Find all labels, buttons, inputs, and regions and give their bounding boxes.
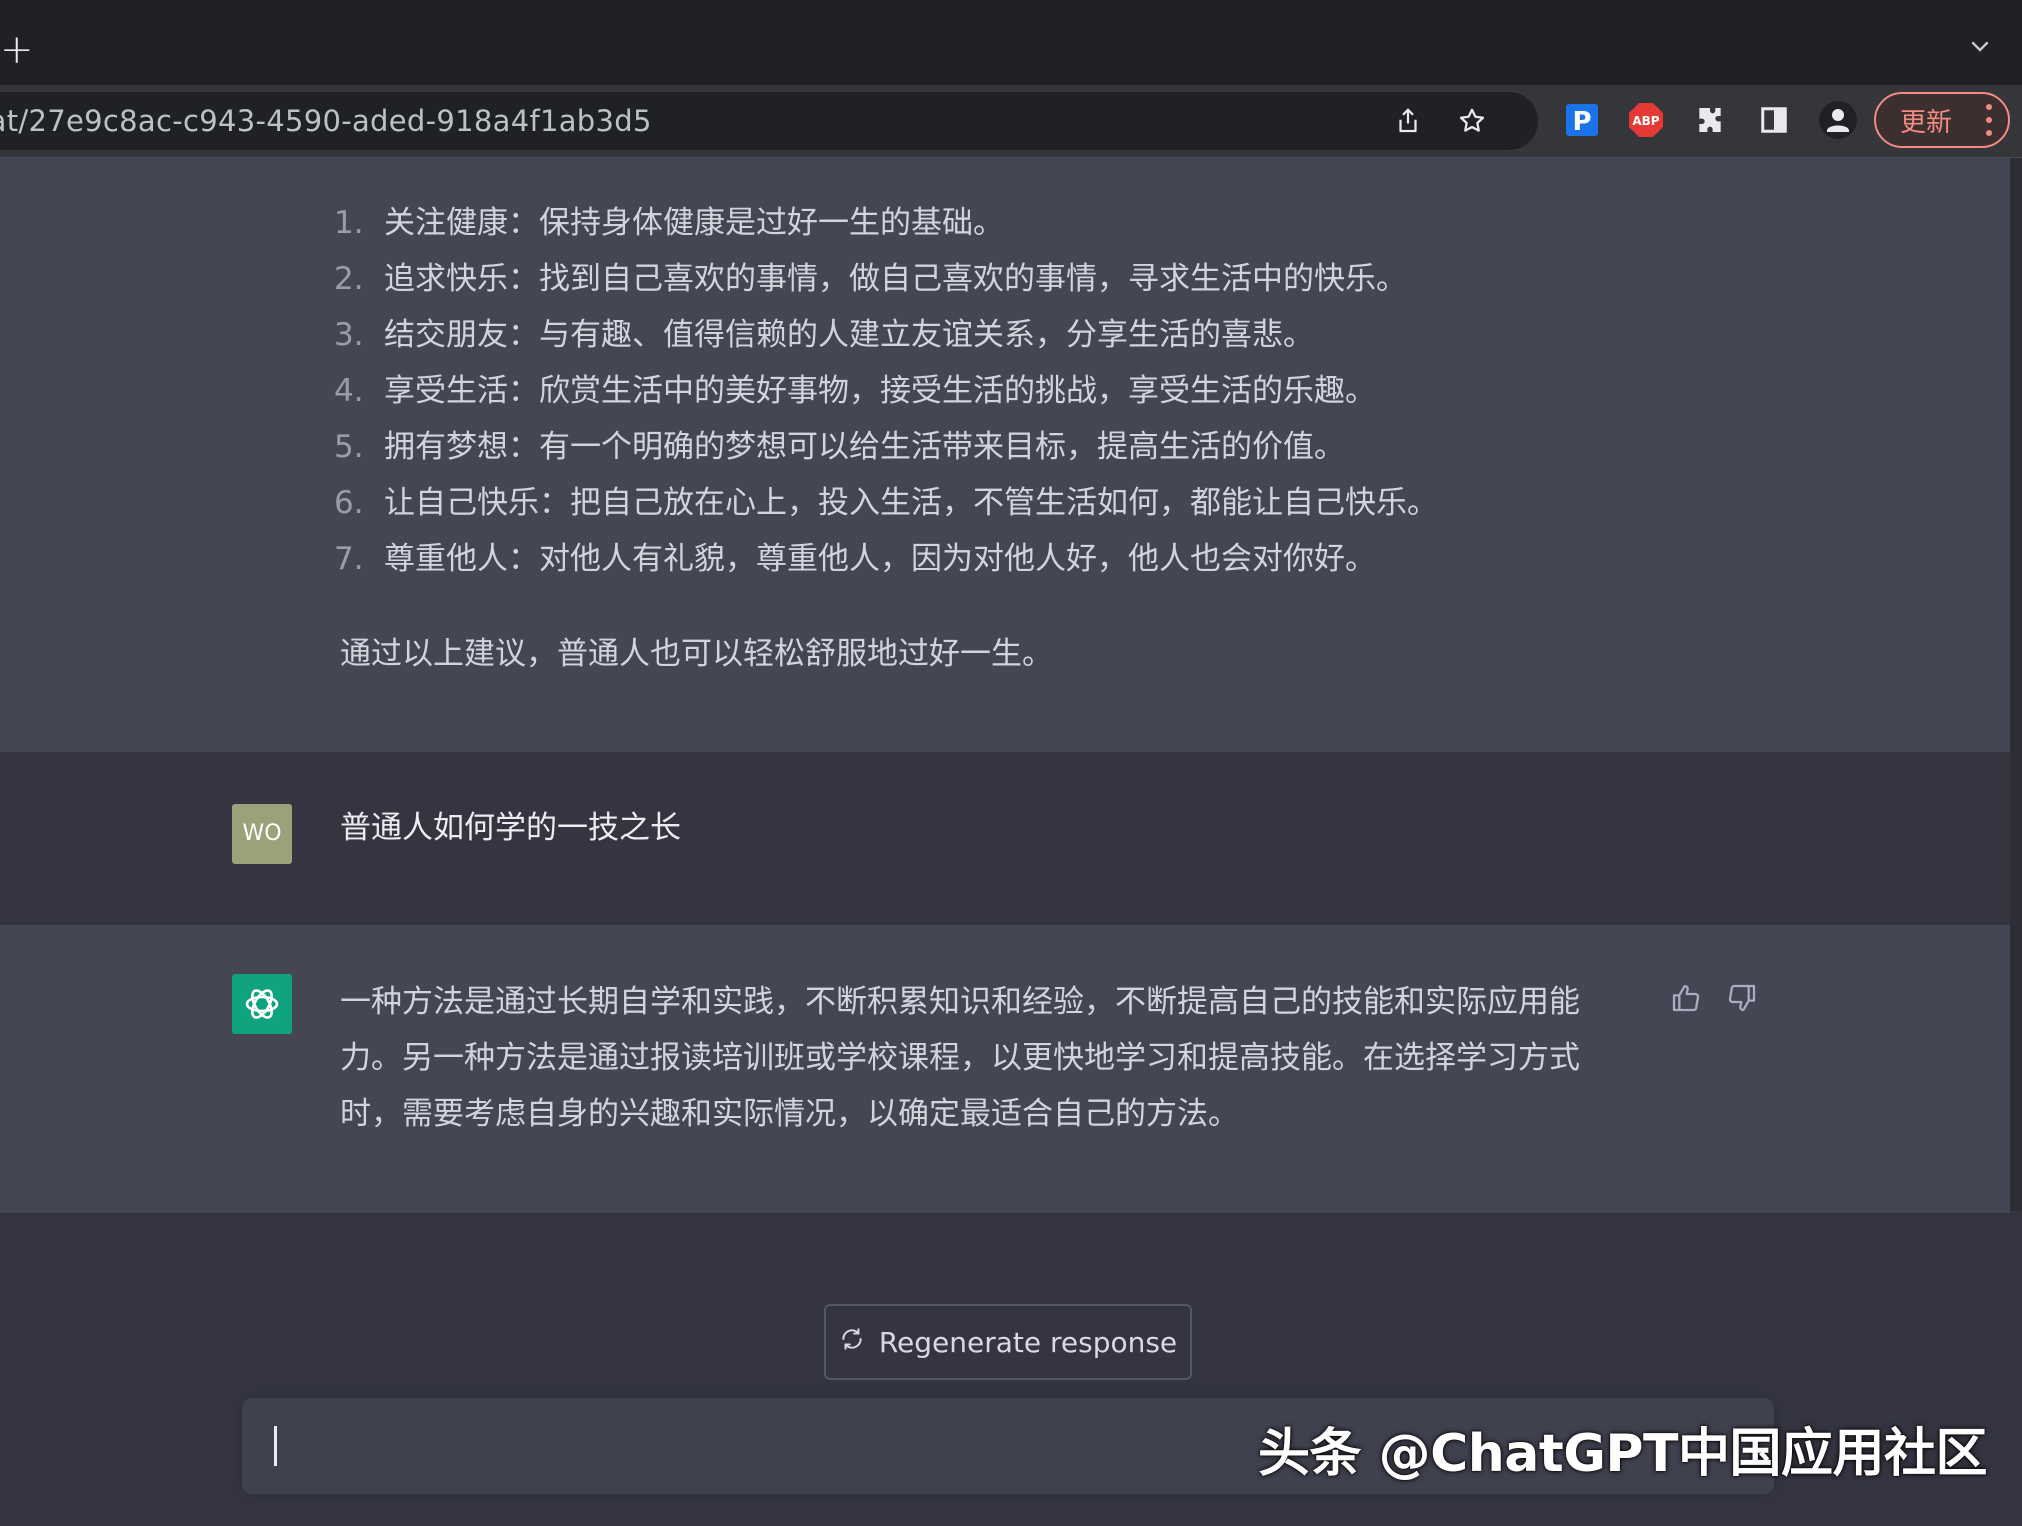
thumbs-up-icon[interactable] [1666, 978, 1706, 1018]
list-item: 5. 拥有梦想：有一个明确的梦想可以给生活带来目标，提高生活的价值。 [334, 429, 1345, 465]
regenerate-response-button[interactable]: Regenerate response [824, 1304, 1192, 1380]
browser-tab-strip: + [0, 0, 2022, 85]
list-item: 4. 享受生活：欣赏生活中的美好事物，接受生活的挑战，享受生活的乐趣。 [334, 373, 1376, 409]
tab-search-chevron-icon[interactable] [1962, 32, 1998, 68]
svg-text:ABP: ABP [1632, 114, 1659, 128]
more-menu-icon[interactable] [1984, 104, 1994, 136]
share-icon[interactable] [1390, 103, 1426, 139]
list-item: 1. 关注健康：保持身体健康是过好一生的基础。 [334, 205, 1004, 241]
update-button[interactable]: 更新 [1874, 92, 2010, 148]
new-tab-button[interactable]: + [0, 26, 34, 74]
assistant-reply-line: 一种方法是通过长期自学和实践，不断积累知识和经验，不断提高自己的技能和实际应用能 [340, 984, 1580, 1020]
address-bar[interactable]: hat/27e9c8ac-c943-4590-aded-918a4f1ab3d5 [0, 92, 1538, 150]
svg-text:P: P [1572, 107, 1591, 137]
summary-paragraph: 通过以上建议，普通人也可以轻松舒服地过好一生。 [340, 636, 1053, 672]
refresh-icon [839, 1326, 865, 1359]
assistant-reply-line: 力。另一种方法是通过报读培训班或学校课程，以更快地学习和提高技能。在选择学习方式 [340, 1040, 1580, 1076]
list-item: 3. 结交朋友：与有趣、值得信赖的人建立友谊关系，分享生活的喜悲。 [334, 317, 1314, 353]
user-message-text: 普通人如何学的一技之长 [340, 810, 681, 846]
user-message-block [0, 752, 2010, 925]
pdf-extension-icon[interactable]: P [1562, 100, 1602, 140]
adblock-icon[interactable]: ABP [1626, 100, 1666, 140]
thumbs-down-icon[interactable] [1722, 978, 1762, 1018]
chatgpt-logo-icon [232, 974, 292, 1034]
text-caret [274, 1426, 277, 1466]
assistant-reply-line: 时，需要考虑自身的兴趣和实际情况，以确定最适合自己的方法。 [340, 1096, 1239, 1132]
update-label: 更新 [1900, 107, 1953, 138]
side-panel-icon[interactable] [1754, 100, 1794, 140]
regenerate-label: Regenerate response [878, 1325, 1178, 1359]
list-item: 6. 让自己快乐：把自己放在心上，投入生活，不管生活如何，都能让自己快乐。 [334, 485, 1438, 521]
scrollbar[interactable] [2010, 158, 2022, 1211]
puzzle-extension-icon[interactable] [1690, 100, 1730, 140]
profile-icon[interactable] [1818, 100, 1858, 140]
watermark: 头条 @ChatGPT中国应用社区 [1258, 1424, 1988, 1484]
list-item: 7. 尊重他人：对他人有礼貌，尊重他人，因为对他人好，他人也会对你好。 [334, 541, 1376, 577]
bookmark-star-icon[interactable] [1454, 103, 1490, 139]
list-item: 2. 追求快乐：找到自己喜欢的事情，做自己喜欢的事情，寻求生活中的快乐。 [334, 261, 1407, 297]
url-text[interactable]: hat/27e9c8ac-c943-4590-aded-918a4f1ab3d5 [0, 92, 652, 150]
user-avatar: WO [232, 804, 292, 864]
